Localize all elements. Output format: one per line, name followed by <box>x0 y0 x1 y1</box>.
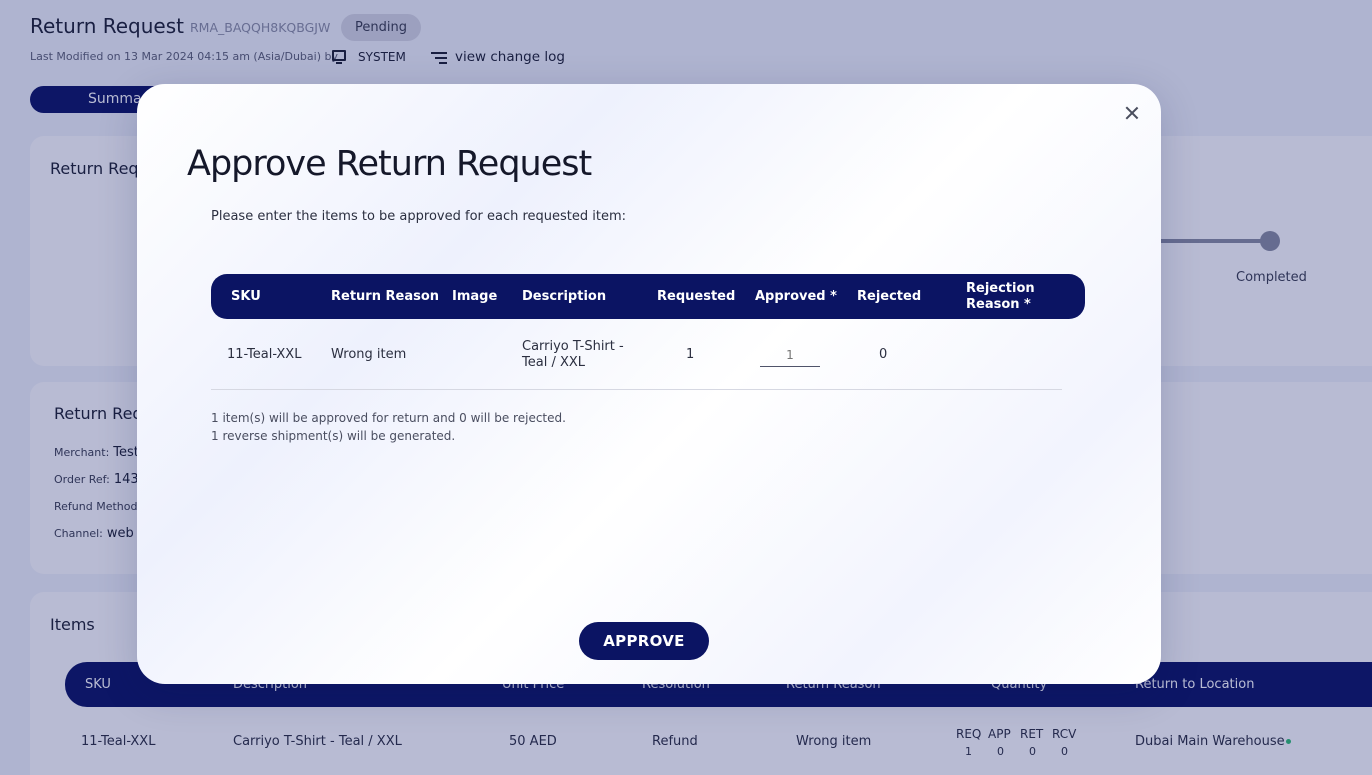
header-description: Description <box>522 289 607 304</box>
approval-summary: 1 item(s) will be approved for return an… <box>211 411 566 425</box>
row-description-line2: Teal / XXL <box>522 355 586 370</box>
header-sku: SKU <box>231 289 261 304</box>
row-description-line1: Carriyo T-Shirt - <box>522 339 624 354</box>
header-rejected: Rejected <box>857 289 922 304</box>
row-rejected: 0 <box>879 347 888 362</box>
approve-return-modal: Approve Return Request Please enter the … <box>137 84 1161 684</box>
row-divider <box>211 389 1062 390</box>
close-icon[interactable] <box>1123 104 1141 122</box>
approved-quantity-input[interactable] <box>760 344 820 367</box>
row-requested: 1 <box>686 347 695 362</box>
header-image: Image <box>452 289 498 304</box>
header-rejection-reason-line2: Reason * <box>966 297 1031 312</box>
row-return-reason: Wrong item <box>331 347 407 362</box>
header-approved: Approved * <box>755 289 837 304</box>
header-requested: Requested <box>657 289 736 304</box>
header-return-reason: Return Reason <box>331 289 440 304</box>
shipment-summary: 1 reverse shipment(s) will be generated. <box>211 429 456 443</box>
approve-button[interactable]: APPROVE <box>579 622 709 660</box>
modal-instructions: Please enter the items to be approved fo… <box>211 209 627 224</box>
row-sku: 11-Teal-XXL <box>227 347 302 362</box>
modal-title: Approve Return Request <box>187 144 592 184</box>
header-rejection-reason-line1: Rejection <box>966 281 1035 296</box>
